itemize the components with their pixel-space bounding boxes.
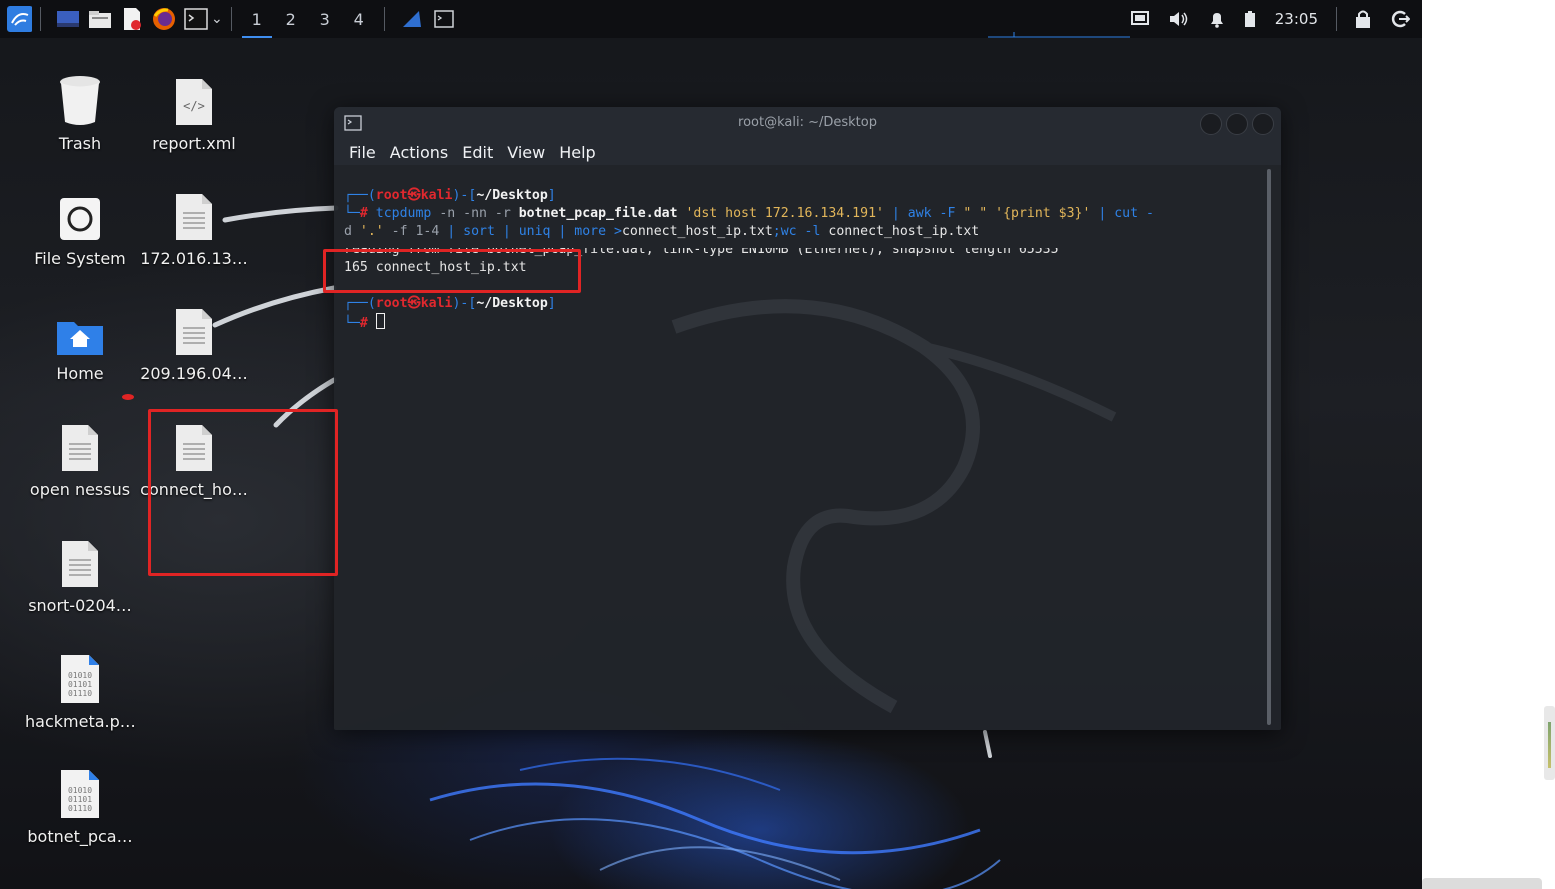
text-file-icon [25,414,135,472]
command-line-1: └─# tcpdump -n -nn -r botnet_pcap_file.d… [344,206,1154,221]
trash-label: Trash [58,134,102,153]
svg-text:01101: 01101 [68,680,92,689]
text-cursor [375,313,385,329]
volume-icon[interactable] [1168,10,1190,28]
workspace-1[interactable]: 1 [240,0,274,38]
minimize-button[interactable] [1200,113,1222,135]
terminal-menubar: File Actions Edit View Help [334,139,1281,165]
system-tray: 23:05 [1121,0,1422,38]
desktop-icon-hackmeta[interactable]: 01010 01101 01110 hackmeta.p… [25,646,136,731]
notifications-icon[interactable] [1208,10,1226,28]
outer-scroll-indicator [1544,706,1555,780]
drive-icon [25,183,135,241]
battery-icon[interactable] [1244,10,1256,28]
maximize-button[interactable] [1226,113,1248,135]
desktop-icon-file-209[interactable]: 209.196.04… [139,298,249,383]
desktop-background: ⌄ 1 2 3 4 23:05 Trash </> report.xml Fil… [0,0,1422,889]
workspace-2[interactable]: 2 [274,0,308,38]
highlight-box-output [323,249,581,293]
text-file-icon [25,530,135,588]
clock[interactable]: 23:05 [1275,10,1318,28]
terminal-window[interactable]: root@kali: ~/Desktop File Actions Edit V… [334,107,1281,730]
outer-frame [1422,0,1555,889]
lock-icon[interactable] [1354,9,1372,29]
desktop-icon-open-nessus[interactable]: open nessus [25,414,135,499]
logout-icon[interactable] [1390,9,1410,29]
terminal-window-icon[interactable] [431,6,457,32]
xml-file-icon: </> [139,68,249,126]
botnet-pca-label: botnet_pca… [27,827,133,846]
svg-text:01110: 01110 [68,804,92,813]
open-nessus-label: open nessus [29,480,131,499]
command-line-2: d '.' -f 1-4 | sort | uniq | more >conne… [344,224,980,239]
desktop-icon-botnet-pca[interactable]: 01010 01101 01110 botnet_pca… [25,761,135,846]
file-system-label: File System [34,249,126,268]
display-icon[interactable] [1130,10,1150,28]
desktop-icon-home[interactable]: Home [25,298,135,383]
workspace-4[interactable]: 4 [342,0,376,38]
kali-menu-icon[interactable] [6,6,32,32]
desktop-icon-report-xml[interactable]: </> report.xml [139,68,249,153]
binary-file-icon: 01010 01101 01110 [25,761,135,819]
close-button[interactable] [1252,113,1274,135]
file-172-label: 172.016.13… [140,249,248,268]
desktop-icon-snort[interactable]: snort-0204… [25,530,135,615]
taskbar: ⌄ 1 2 3 4 23:05 [0,0,1422,38]
terminal-icon[interactable] [183,6,209,32]
report-xml-label: report.xml [152,134,236,153]
binary-file-icon: 01010 01101 01110 [25,646,135,704]
desktop-icon-file-system[interactable]: File System [25,183,135,268]
menu-edit[interactable]: Edit [462,143,493,162]
menu-actions[interactable]: Actions [390,143,448,162]
file-manager-icon[interactable] [87,6,113,32]
snort-label: snort-0204… [28,596,132,615]
desktop-icon-trash[interactable]: Trash [25,68,135,153]
text-file-icon [139,183,249,241]
outer-bottom-tab [1422,878,1542,889]
svg-text:</>: </> [183,99,205,113]
text-file-icon [139,298,249,356]
terminal-titlebar[interactable]: root@kali: ~/Desktop [334,107,1281,139]
text-editor-icon[interactable] [119,6,145,32]
firefox-icon[interactable] [151,6,177,32]
svg-text:01010: 01010 [68,786,92,795]
home-label: Home [56,364,104,383]
svg-text:01010: 01010 [68,671,92,680]
desktop-icon-file-172[interactable]: 172.016.13… [139,183,249,268]
menu-help[interactable]: Help [559,143,595,162]
menu-file[interactable]: File [349,143,376,162]
active-prompt[interactable]: └─# [344,313,1269,331]
network-graph [988,32,1130,38]
workspace-3[interactable]: 3 [308,0,342,38]
menu-view[interactable]: View [507,143,545,162]
show-desktop-icon[interactable] [55,6,81,32]
file-209-label: 209.196.04… [140,364,248,383]
svg-text:01101: 01101 [68,795,92,804]
highlight-box-file [148,409,338,576]
home-folder-icon [25,298,135,356]
svg-text:01110: 01110 [68,689,92,698]
kali-app-icon[interactable] [399,6,425,32]
terminal-scrollbar[interactable] [1267,169,1271,725]
trash-icon [25,68,135,126]
hackmeta-label: hackmeta.p… [25,712,136,731]
chevron-down-icon[interactable]: ⌄ [211,11,223,27]
terminal-title: root@kali: ~/Desktop [738,115,877,130]
